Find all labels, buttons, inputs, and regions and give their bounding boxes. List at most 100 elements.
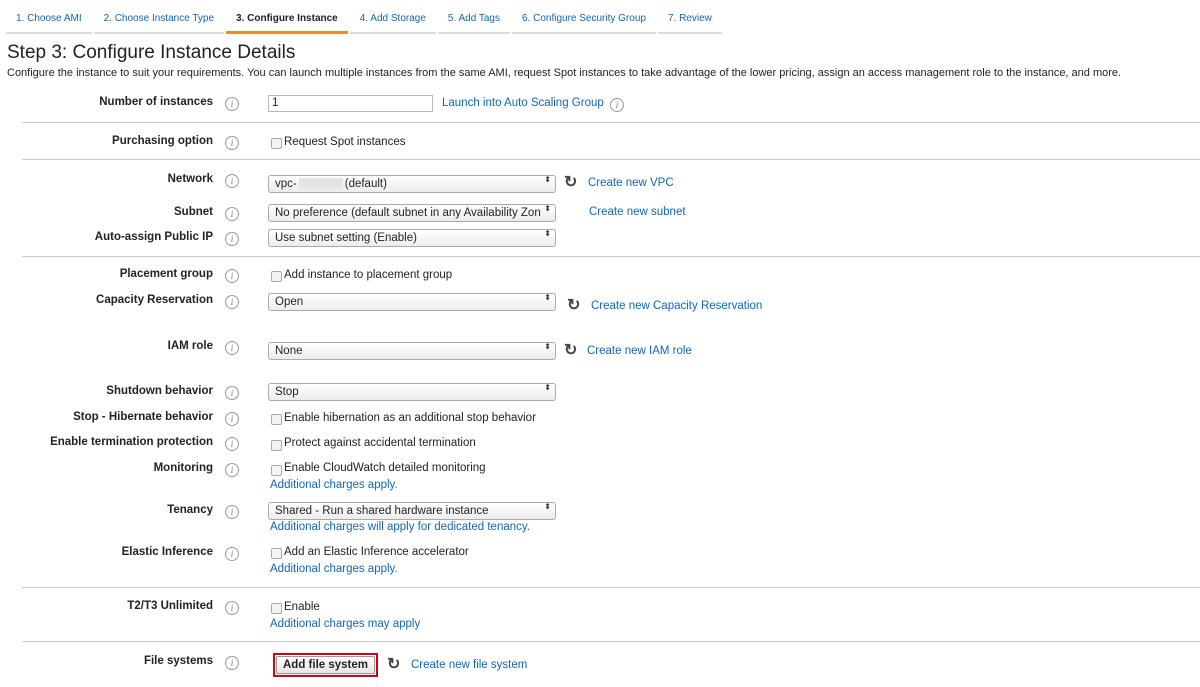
refresh-icon[interactable]: ↻ [564, 172, 577, 192]
capacity-select[interactable]: Open ⬍ [268, 293, 556, 311]
iam-value: None [275, 345, 303, 357]
info-icon[interactable]: i [225, 463, 239, 477]
public-ip-value: Use subnet setting (Enable) [275, 232, 417, 244]
add-file-system-highlight: Add file system [273, 653, 378, 677]
monitoring-charges-link[interactable]: Additional charges apply. [270, 479, 398, 491]
subnet-select[interactable]: No preference (default subnet in any Ava… [268, 204, 556, 222]
purchasing-label: Purchasing option [112, 135, 213, 147]
info-icon[interactable]: i [225, 174, 239, 188]
tab-add-storage[interactable]: 4. Add Storage [349, 6, 436, 34]
public-ip-select[interactable]: Use subnet setting (Enable) ⬍ [268, 229, 556, 247]
network-select[interactable]: vpc- (default) ⬍ [268, 175, 556, 193]
tab-configure-instance[interactable]: 3. Configure Instance [226, 6, 348, 34]
select-arrow-icon: ⬍ [544, 342, 551, 351]
filesystems-label: File systems [143, 655, 213, 667]
t2t3-charges-link[interactable]: Additional charges may apply [270, 618, 420, 630]
page-title: Step 3: Configure Instance Details [7, 42, 296, 63]
elastic-checkbox[interactable] [271, 548, 282, 559]
elastic-label: Elastic Inference [121, 546, 213, 558]
info-icon[interactable]: i [610, 98, 624, 112]
subnet-value: No preference (default subnet in any Ava… [275, 207, 541, 219]
monitoring-checkbox-label: Enable CloudWatch detailed monitoring [284, 462, 486, 474]
info-icon[interactable]: i [225, 97, 239, 111]
info-icon[interactable]: i [225, 232, 239, 246]
hibernate-checkbox[interactable] [271, 414, 282, 425]
info-icon[interactable]: i [225, 341, 239, 355]
elastic-checkbox-label: Add an Elastic Inference accelerator [284, 546, 469, 558]
unlimited-checkbox-label: Enable [284, 601, 320, 613]
info-icon[interactable]: i [225, 505, 239, 519]
placement-label: Placement group [119, 268, 213, 280]
spot-checkbox[interactable] [271, 138, 282, 149]
network-value-prefix: vpc- [275, 178, 297, 190]
tab-choose-instance-type[interactable]: 2. Choose Instance Type [93, 6, 225, 34]
termination-label: Enable termination protection [50, 436, 213, 448]
auto-scaling-link[interactable]: Launch into Auto Scaling Group [442, 97, 604, 109]
termination-checkbox[interactable] [271, 440, 282, 451]
create-subnet-link[interactable]: Create new subnet [589, 206, 686, 218]
shutdown-select[interactable]: Stop ⬍ [268, 383, 556, 401]
select-arrow-icon: ⬍ [544, 293, 551, 302]
num-instances-input[interactable]: 1 [268, 95, 433, 112]
refresh-icon[interactable]: ↻ [564, 340, 577, 360]
divider [22, 587, 1200, 588]
refresh-icon[interactable]: ↻ [567, 295, 580, 315]
iam-select[interactable]: None ⬍ [268, 342, 556, 360]
info-icon[interactable]: i [225, 547, 239, 561]
tenancy-select[interactable]: Shared - Run a shared hardware instance … [268, 502, 556, 520]
divider [22, 256, 1200, 257]
tenancy-label: Tenancy [167, 504, 213, 516]
info-icon[interactable]: i [225, 386, 239, 400]
info-icon[interactable]: i [225, 207, 239, 221]
select-arrow-icon: ⬍ [544, 502, 551, 511]
shutdown-label: Shutdown behavior [106, 385, 213, 397]
create-file-system-link[interactable]: Create new file system [411, 659, 527, 671]
wizard-tabs: 1. Choose AMI 2. Choose Instance Type 3.… [6, 6, 724, 34]
elastic-charges-link[interactable]: Additional charges apply. [270, 563, 398, 575]
create-vpc-link[interactable]: Create new VPC [588, 177, 674, 189]
spot-checkbox-label: Request Spot instances [284, 136, 406, 148]
capacity-value: Open [275, 296, 304, 308]
network-value-suffix: (default) [344, 178, 387, 190]
monitoring-checkbox[interactable] [271, 465, 282, 476]
tab-review[interactable]: 7. Review [657, 6, 722, 34]
subnet-label: Subnet [174, 206, 213, 218]
refresh-icon[interactable]: ↻ [387, 654, 400, 674]
create-iam-link[interactable]: Create new IAM role [587, 345, 692, 357]
unlimited-checkbox[interactable] [271, 603, 282, 614]
shutdown-value: Stop [275, 386, 299, 398]
select-arrow-icon: ⬍ [544, 175, 551, 184]
add-file-system-button[interactable]: Add file system [276, 656, 375, 674]
public-ip-label: Auto-assign Public IP [94, 231, 213, 243]
termination-checkbox-label: Protect against accidental termination [284, 437, 476, 449]
num-instances-label: Number of instances [99, 96, 213, 108]
select-arrow-icon: ⬍ [544, 383, 551, 392]
tenancy-charges-link[interactable]: Additional charges will apply for dedica… [270, 521, 530, 533]
tab-add-tags[interactable]: 5. Add Tags [437, 6, 510, 34]
create-capacity-link[interactable]: Create new Capacity Reservation [591, 300, 762, 312]
divider [22, 122, 1200, 123]
page-description: Configure the instance to suit your requ… [7, 67, 1122, 79]
iam-label: IAM role [167, 340, 213, 352]
info-icon[interactable]: i [225, 295, 239, 309]
divider [22, 159, 1200, 160]
info-icon[interactable]: i [225, 269, 239, 283]
tab-choose-ami[interactable]: 1. Choose AMI [6, 6, 92, 34]
info-icon[interactable]: i [225, 601, 239, 615]
hibernate-label: Stop - Hibernate behavior [73, 411, 213, 423]
select-arrow-icon: ⬍ [544, 229, 551, 238]
monitoring-label: Monitoring [153, 462, 213, 474]
network-label: Network [167, 173, 213, 185]
info-icon[interactable]: i [225, 437, 239, 451]
placement-checkbox[interactable] [271, 271, 282, 282]
tab-configure-security-group[interactable]: 6. Configure Security Group [512, 6, 656, 34]
select-arrow-icon: ⬍ [544, 204, 551, 213]
redacted-vpc-id [298, 178, 343, 190]
placement-checkbox-label: Add instance to placement group [284, 269, 453, 281]
hibernate-checkbox-label: Enable hibernation as an additional stop… [284, 412, 536, 424]
info-icon[interactable]: i [225, 136, 239, 150]
capacity-label: Capacity Reservation [96, 294, 213, 306]
info-icon[interactable]: i [225, 412, 239, 426]
divider [22, 641, 1200, 642]
info-icon[interactable]: i [225, 656, 239, 670]
